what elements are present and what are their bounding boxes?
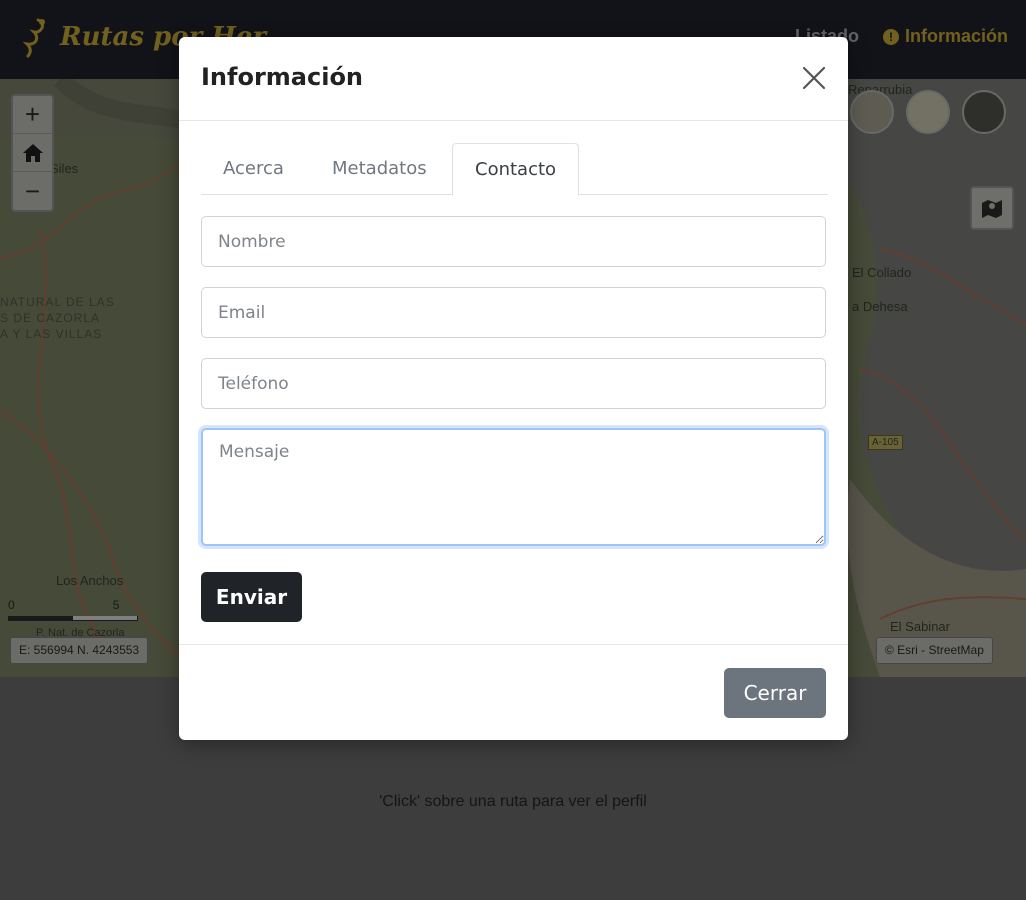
email-field[interactable] bbox=[201, 287, 826, 338]
modal-title: Información bbox=[201, 63, 364, 91]
phone-field[interactable] bbox=[201, 358, 826, 409]
close-icon bbox=[802, 66, 826, 90]
close-modal-button[interactable]: Cerrar bbox=[724, 668, 826, 718]
close-button[interactable] bbox=[799, 63, 829, 93]
tab-contacto[interactable]: Contacto bbox=[452, 143, 580, 196]
name-field[interactable] bbox=[201, 216, 826, 267]
message-field[interactable] bbox=[201, 428, 826, 546]
modal-footer: Cerrar bbox=[179, 644, 848, 740]
modal-tabs: Acerca Metadatos Contacto bbox=[201, 143, 828, 196]
tab-acerca[interactable]: Acerca bbox=[201, 143, 306, 195]
modal-header: Información bbox=[179, 37, 848, 121]
send-button[interactable]: Enviar bbox=[201, 572, 302, 622]
tab-metadatos[interactable]: Metadatos bbox=[310, 143, 449, 195]
info-modal: Información Acerca Metadatos Contacto En… bbox=[179, 37, 848, 740]
